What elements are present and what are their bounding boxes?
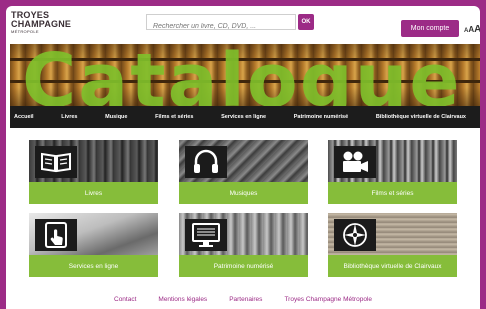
search-box xyxy=(146,14,296,34)
footer-links: Contact Mentions légales Partenaires Tro… xyxy=(6,296,480,303)
site-logo[interactable]: TROYES CHAMPAGNE MÉTROPOLE xyxy=(11,11,71,35)
nav-item-films[interactable]: Films et séries xyxy=(155,114,193,120)
nav-item-livres[interactable]: Livres xyxy=(61,114,77,120)
account-button[interactable]: Mon compte xyxy=(401,20,459,37)
tile-label: Livres xyxy=(29,182,158,204)
tile-label: Patrimoine numérisé xyxy=(179,255,308,277)
tile-label: Musiques xyxy=(179,182,308,204)
text-size-large[interactable]: A xyxy=(474,24,480,36)
text-size-controls: AAA xyxy=(464,22,480,37)
monitor-icon xyxy=(185,219,227,251)
compass-rose-icon xyxy=(334,219,376,251)
nav-item-patrimoine[interactable]: Patrimoine numérisé xyxy=(294,114,348,120)
movie-camera-icon xyxy=(334,146,376,178)
tile-patrimoine[interactable]: Patrimoine numérisé xyxy=(179,213,308,277)
nav-item-musique[interactable]: Musique xyxy=(105,114,127,120)
footer-link-contact[interactable]: Contact xyxy=(114,296,136,303)
headphones-icon xyxy=(185,146,227,178)
nav-item-clairvaux[interactable]: Bibliothèque virtuelle de Clairvaux xyxy=(376,114,466,120)
tile-musiques[interactable]: Musiques xyxy=(179,140,308,204)
tile-label: Bibliothèque virtuelle de Clairvaux xyxy=(328,255,457,277)
tablet-touch-icon xyxy=(35,219,77,251)
footer-link-partenaires[interactable]: Partenaires xyxy=(229,296,262,303)
main-nav: Accueil Livres Musique Films et séries S… xyxy=(10,106,480,128)
tile-label: Services en ligne xyxy=(29,255,158,277)
logo-sub: MÉTROPOLE xyxy=(11,29,39,34)
tile-livres[interactable]: Livres xyxy=(29,140,158,204)
footer-link-mentions[interactable]: Mentions légales xyxy=(158,296,207,303)
tile-label: Films et séries xyxy=(328,182,457,204)
footer-link-tcm[interactable]: Troyes Champagne Métropole xyxy=(284,296,372,303)
search-ok-button[interactable]: OK xyxy=(298,14,314,30)
nav-item-services[interactable]: Services en ligne xyxy=(221,114,266,120)
tile-clairvaux[interactable]: Bibliothèque virtuelle de Clairvaux xyxy=(328,213,457,277)
search-input[interactable] xyxy=(147,19,295,34)
book-icon xyxy=(35,146,77,178)
nav-item-accueil[interactable]: Accueil xyxy=(14,114,34,120)
logo-line2: CHAMPAGNE xyxy=(11,19,72,29)
tile-films[interactable]: Films et séries xyxy=(328,140,457,204)
banner-title: Catalogue xyxy=(22,44,462,106)
catalogue-banner: Catalogue xyxy=(10,44,480,106)
tile-services[interactable]: Services en ligne xyxy=(29,213,158,277)
page-frame: TROYES CHAMPAGNE MÉTROPOLE OK Mon compte… xyxy=(6,6,480,309)
